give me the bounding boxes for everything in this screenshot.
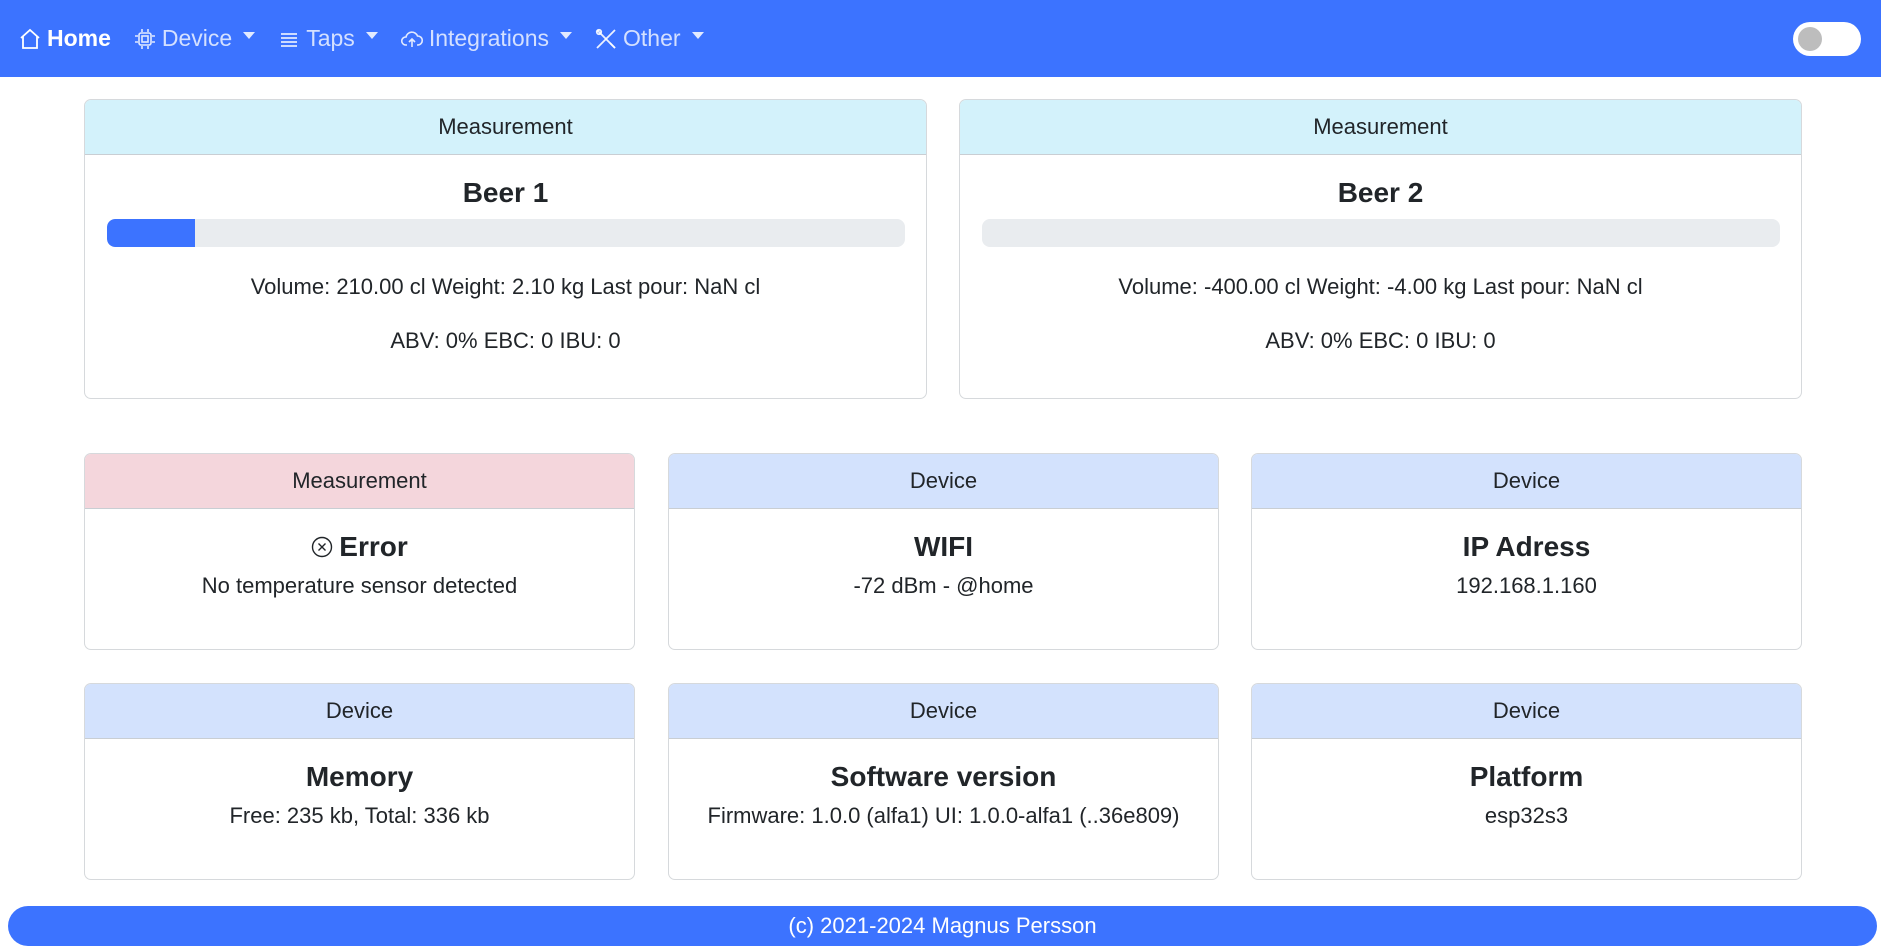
nav-home-label: Home	[47, 25, 111, 51]
platform-card-header: Device	[1252, 684, 1801, 739]
nav-taps-dropdown[interactable]: Taps	[277, 0, 378, 77]
chevron-down-icon	[691, 32, 704, 39]
platform-title: Platform	[1469, 761, 1584, 792]
ip-card: Device IP Adress 192.168.1.160	[1251, 453, 1802, 650]
list-icon	[281, 32, 298, 47]
wifi-card: Device WIFI -72 dBm - @home	[668, 453, 1219, 650]
beer2-card: Measurement Beer 2 Volume: -400.00 cl We…	[959, 99, 1802, 399]
beer2-title: Beer 2	[1337, 177, 1424, 208]
chevron-down-icon	[560, 32, 573, 39]
nav-integrations-label: Integrations	[428, 25, 550, 51]
software-title: Software version	[830, 761, 1057, 792]
memory-title: Memory	[305, 761, 414, 792]
software-card-header: Device	[669, 684, 1218, 739]
error-card: Measurement Error No temperature sensor …	[84, 453, 635, 650]
nav-other-label: Other	[623, 25, 681, 51]
beer1-title: Beer 1	[462, 177, 549, 208]
software-card: Device Software version Firmware: 1.0.0 …	[668, 683, 1219, 880]
chevron-down-icon	[365, 32, 378, 39]
nav-other-dropdown[interactable]: Other	[594, 0, 704, 77]
nav-device-label: Device	[161, 25, 233, 51]
beer2-abv-text: ABV: 0% EBC: 0 IBU: 0	[1265, 328, 1496, 353]
beer1-progress-bar	[107, 219, 195, 247]
footer: (c) 2021-2024 Magnus Persson	[8, 906, 1877, 946]
nav-integrations-dropdown[interactable]: Integrations	[400, 0, 573, 77]
wifi-text: -72 dBm - @home	[853, 573, 1034, 598]
nav-taps-label: Taps	[306, 25, 355, 51]
nav-device-dropdown[interactable]: Device	[133, 0, 256, 77]
platform-card: Device Platform esp32s3	[1251, 683, 1802, 880]
beer2-volume-text: Volume: -400.00 cl Weight: -4.00 kg Last…	[1118, 274, 1643, 299]
software-text: Firmware: 1.0.0 (alfa1) UI: 1.0.0-alfa1 …	[707, 803, 1180, 828]
cloud-upload-icon	[400, 30, 423, 47]
beer1-progress	[107, 219, 905, 247]
platform-text: esp32s3	[1484, 803, 1569, 828]
beer1-abv-text: ABV: 0% EBC: 0 IBU: 0	[390, 328, 621, 353]
beer2-progress	[982, 219, 1780, 247]
footer-copyright: (c) 2021-2024 Magnus Persson	[788, 913, 1097, 938]
error-title: Error	[85, 531, 634, 563]
ip-text: 192.168.1.160	[1456, 573, 1597, 598]
beer1-card-header: Measurement	[85, 100, 926, 155]
wifi-title: WIFI	[913, 531, 974, 562]
x-circle-icon	[312, 536, 333, 557]
memory-card: Device Memory Free: 235 kb, Total: 336 k…	[84, 683, 635, 880]
navbar: Home Device Taps Integrations Other	[0, 0, 1881, 77]
nav-home[interactable]: Home	[18, 0, 111, 77]
beer2-card-header: Measurement	[960, 100, 1801, 155]
error-title-text: Error	[339, 531, 408, 562]
error-card-header: Measurement	[85, 454, 634, 509]
toggle-knob	[1798, 27, 1822, 51]
tools-icon	[595, 28, 616, 49]
ip-title: IP Adress	[1462, 531, 1591, 562]
ip-card-header: Device	[1252, 454, 1801, 509]
wifi-card-header: Device	[669, 454, 1218, 509]
beer1-volume-text: Volume: 210.00 cl Weight: 2.10 kg Last p…	[250, 274, 761, 299]
chevron-down-icon	[243, 32, 256, 39]
memory-card-header: Device	[85, 684, 634, 739]
dark-mode-toggle[interactable]	[1793, 22, 1861, 56]
beer1-card: Measurement Beer 1 Volume: 210.00 cl Wei…	[84, 99, 927, 399]
error-text: No temperature sensor detected	[201, 573, 518, 598]
cpu-icon	[134, 28, 155, 49]
house-icon	[20, 28, 40, 49]
memory-text: Free: 235 kb, Total: 336 kb	[229, 803, 490, 828]
